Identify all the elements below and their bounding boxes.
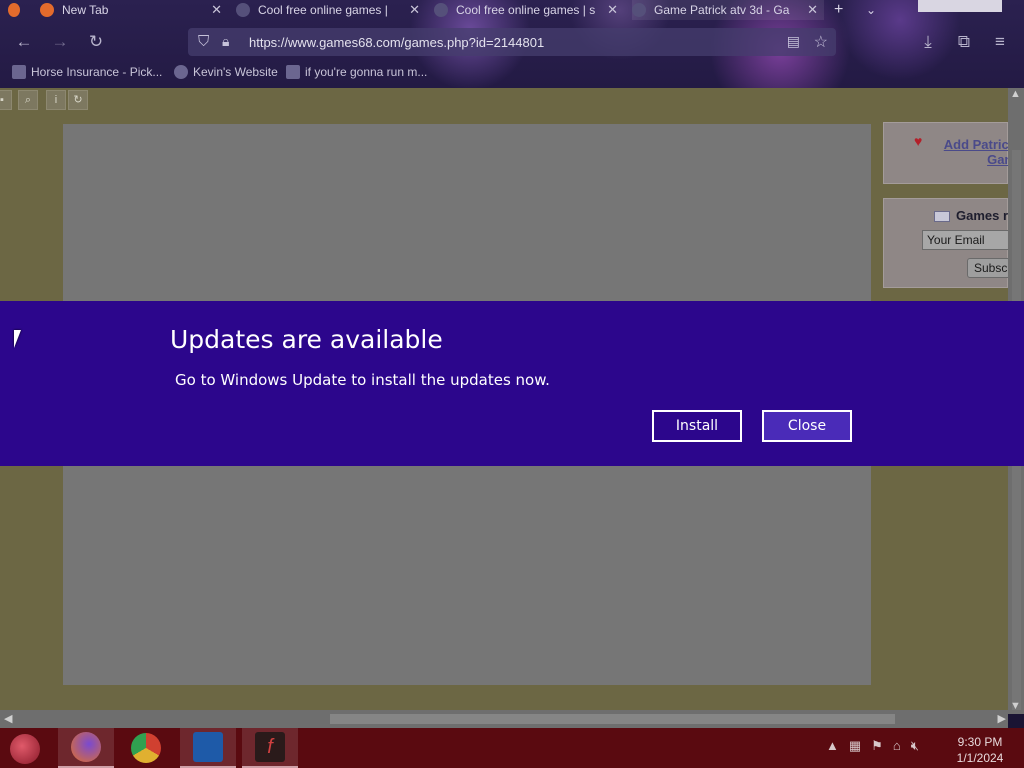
horizontal-scrollbar[interactable]: ◀ ▶ xyxy=(0,710,1008,728)
tab-game-patrick[interactable]: Game Patrick atv 3d - Ga ✕ xyxy=(632,0,824,20)
taskbar-outlook[interactable] xyxy=(180,728,236,768)
banner-title: Updates are available xyxy=(170,325,443,354)
list-tabs-icon[interactable]: ⌄ xyxy=(866,0,882,20)
add-favorite-link-line: Add Patrick xyxy=(943,137,1016,152)
bookmark-favicon xyxy=(286,65,300,79)
mouse-cursor-icon xyxy=(14,330,28,348)
bookmark-horse-insurance[interactable]: Horse Insurance - Pick... xyxy=(12,65,162,79)
wifi-icon[interactable]: ⌂ xyxy=(893,738,901,754)
scroll-right-icon[interactable]: ▶ xyxy=(998,712,1006,725)
bookmark-favicon xyxy=(12,65,26,79)
bookmark-gonna-run[interactable]: if you're gonna run m... xyxy=(286,65,427,79)
taskbar-flash[interactable]: f xyxy=(242,728,298,768)
scroll-up-icon[interactable]: ▲ xyxy=(1010,88,1021,100)
volume-muted-icon[interactable]: 🔇︎ xyxy=(911,738,919,754)
banner-message: Go to Windows Update to install the upda… xyxy=(175,371,550,389)
window-controls[interactable] xyxy=(918,0,1002,12)
scroll-left-icon[interactable]: ◀ xyxy=(4,712,12,725)
close-tab-icon[interactable]: ✕ xyxy=(409,2,420,18)
subscribe-title: Games r xyxy=(956,208,1009,223)
bookmark-star-icon[interactable]: ☆ xyxy=(814,32,828,52)
firefox-menu-icon[interactable] xyxy=(8,0,28,20)
tab-label: New Tab xyxy=(62,3,109,17)
navigation-bar: ← → ↻ ⛉ 🔒︎ https://www.games68.com/games… xyxy=(0,26,1024,58)
bookmark-label: Kevin's Website xyxy=(193,65,278,79)
game-icon xyxy=(632,3,646,17)
clock-time: 9:30 PM xyxy=(957,735,1003,749)
globe-icon xyxy=(174,65,188,79)
tab-cool-games-1[interactable]: Cool free online games | ✕ xyxy=(236,0,426,20)
show-hidden-icons-icon[interactable]: ▲ xyxy=(826,738,839,754)
forward-icon[interactable]: → xyxy=(50,32,70,52)
flash-icon: f xyxy=(255,732,285,762)
back-icon[interactable]: ← xyxy=(14,32,34,52)
zoom-icon[interactable]: ⌕ xyxy=(18,90,38,110)
scroll-down-icon[interactable]: ▼ xyxy=(1010,700,1021,712)
browser-chrome: New Tab ✕ Cool free online games | ✕ Coo… xyxy=(0,0,1024,88)
outlook-icon xyxy=(193,732,223,762)
tab-new-tab[interactable]: New Tab ✕ xyxy=(40,0,228,20)
downloads-icon[interactable]: ⤓ xyxy=(918,32,938,52)
chrome-icon xyxy=(131,733,161,763)
install-button[interactable]: Install xyxy=(652,410,742,442)
tab-label: Cool free online games | s xyxy=(456,3,596,17)
firefox-icon xyxy=(8,3,20,17)
close-button[interactable]: Close xyxy=(762,410,852,442)
mail-icon xyxy=(934,211,950,222)
tab-label: Cool free online games | xyxy=(258,3,388,17)
save-icon[interactable]: ▪ xyxy=(0,90,12,110)
windows-update-banner: Updates are available Go to Windows Upda… xyxy=(0,301,1024,466)
menu-icon[interactable]: ≡ xyxy=(990,32,1010,52)
gamepad-icon xyxy=(434,3,448,17)
system-tray: ▲ ▦ ⚑ ⌂ 🔇︎ xyxy=(826,738,919,754)
new-tab-button[interactable]: + xyxy=(834,0,850,20)
add-favorite-link[interactable]: Add Patrick Gam xyxy=(936,137,1016,167)
lock-icon[interactable]: 🔒︎ xyxy=(222,33,229,50)
address-bar[interactable]: ⛉ 🔒︎ https://www.games68.com/games.php?i… xyxy=(188,28,836,56)
clock[interactable]: 9:30 PM 1/1/2024 xyxy=(944,734,1016,766)
close-tab-icon[interactable]: ✕ xyxy=(807,2,818,18)
info-icon[interactable]: i xyxy=(46,90,66,110)
refresh-icon[interactable]: ↻ xyxy=(68,90,88,110)
game-toolbar: ▪ ⌕ i ↻ xyxy=(0,88,1008,112)
email-field[interactable] xyxy=(922,230,1012,250)
taskbar-firefox[interactable] xyxy=(58,728,114,768)
bookmark-kevins-website[interactable]: Kevin's Website xyxy=(174,65,278,79)
heart-icon: ♥ xyxy=(914,133,923,149)
add-favorite-card: ♥ Add Patrick Gam xyxy=(883,122,1016,184)
firefox-icon xyxy=(71,732,101,762)
add-favorite-link-line: Gam xyxy=(987,152,1016,167)
bookmarks-bar: Horse Insurance - Pick... Kevin's Websit… xyxy=(0,62,1024,84)
scrollbar-thumb[interactable] xyxy=(330,714,895,724)
url-text[interactable]: https://www.games68.com/games.php?id=214… xyxy=(249,35,544,50)
gamepad-icon xyxy=(236,3,250,17)
tab-label: Game Patrick atv 3d - Ga xyxy=(654,3,790,17)
bookmark-label: Horse Insurance - Pick... xyxy=(31,65,163,79)
tab-bar: New Tab ✕ Cool free online games | ✕ Coo… xyxy=(0,0,1024,20)
start-button[interactable] xyxy=(10,734,40,764)
tab-cool-games-2[interactable]: Cool free online games | s ✕ xyxy=(434,0,624,20)
extensions-icon[interactable]: ⧉ xyxy=(954,32,974,52)
reader-view-icon[interactable]: ▤ xyxy=(787,33,800,50)
reload-icon[interactable]: ↻ xyxy=(86,32,106,52)
subscribe-card: Games r Subsc xyxy=(883,198,1017,288)
shield-icon[interactable]: ⛉ xyxy=(198,33,209,50)
firefox-icon xyxy=(40,3,54,17)
close-tab-icon[interactable]: ✕ xyxy=(607,2,618,18)
flag-icon[interactable]: ⚑ xyxy=(871,738,883,754)
taskbar: f ▲ ▦ ⚑ ⌂ 🔇︎ 9:30 PM 1/1/2024 xyxy=(0,728,1024,768)
taskbar-chrome[interactable] xyxy=(118,728,174,768)
close-tab-icon[interactable]: ✕ xyxy=(211,2,222,18)
network-icon[interactable]: ▦ xyxy=(849,738,861,754)
clock-date: 1/1/2024 xyxy=(956,751,1004,765)
bookmark-label: if you're gonna run m... xyxy=(305,65,428,79)
